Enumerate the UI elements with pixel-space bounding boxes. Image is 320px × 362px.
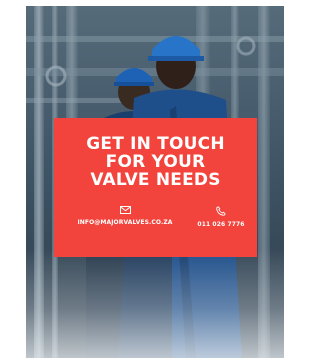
phone-number[interactable]: 011 026 7776 [197,221,244,228]
poster-page: GET IN TOUCH FOR YOUR VALVE NEEDS INFO@M… [0,0,293,362]
headline-line-3: VALVE NEEDS [90,170,221,190]
headline-line-1: GET IN TOUCH [86,134,225,154]
envelope-icon [119,206,131,214]
email-address[interactable]: INFO@MAJORVALVES.CO.ZA [77,219,172,226]
phone-icon [216,206,226,216]
photo-fade-overlay [26,248,284,358]
email-contact[interactable]: INFO@MAJORVALVES.CO.ZA [60,206,190,226]
headline-line-2: FOR YOUR [105,152,206,172]
contact-card: GET IN TOUCH FOR YOUR VALVE NEEDS INFO@M… [54,118,257,257]
headline: GET IN TOUCH FOR YOUR VALVE NEEDS [54,135,257,189]
contact-row: INFO@MAJORVALVES.CO.ZA 011 026 7776 [60,206,251,242]
phone-contact[interactable]: 011 026 7776 [191,206,251,228]
